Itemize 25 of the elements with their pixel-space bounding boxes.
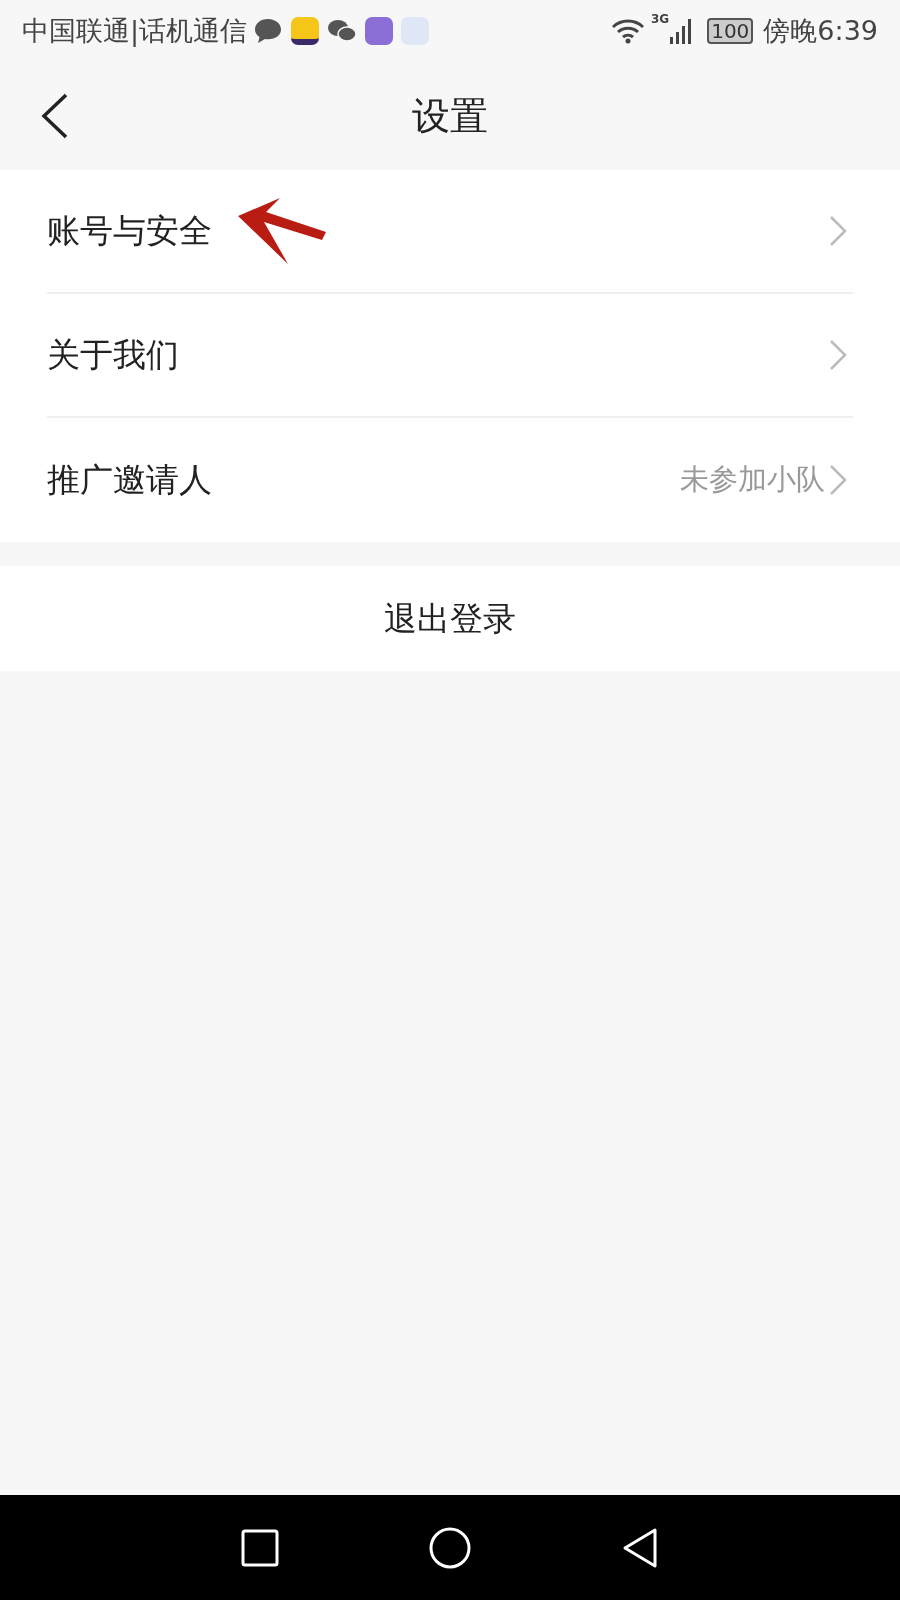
settings-value: 未参加小队 — [680, 461, 825, 499]
app-icon — [365, 17, 394, 45]
settings-row[interactable]: 关于我们 — [47, 294, 853, 418]
chevron-right-icon — [829, 215, 847, 247]
square-nav-icon[interactable] — [241, 1528, 279, 1567]
app-icon — [401, 17, 430, 45]
network-type-text: 3G — [650, 11, 670, 28]
settings-label: 推广邀请人 — [47, 459, 212, 502]
back-nav-icon[interactable] — [621, 1526, 659, 1569]
chevron-right-icon — [829, 464, 847, 496]
settings-row[interactable]: 账号与安全 — [47, 170, 853, 294]
chat-bubble-icon — [253, 17, 284, 45]
logout-button[interactable]: 退出登录 — [0, 566, 900, 671]
settings-label: 账号与安全 — [47, 210, 212, 253]
settings-label: 关于我们 — [47, 334, 179, 377]
page-title: 设置 — [412, 92, 488, 140]
chevron-right-icon — [829, 339, 847, 371]
battery-indicator: 100 — [707, 18, 754, 44]
carrier-text: 中国联通|话机通信 — [22, 13, 248, 49]
wifi-icon — [610, 18, 645, 44]
app-icon — [291, 17, 320, 45]
home-nav-icon[interactable] — [429, 1526, 471, 1569]
status-time: 傍晚6:39 — [763, 13, 878, 48]
settings-row[interactable]: 推广邀请人 未参加小队 — [47, 418, 853, 542]
wechat-icon — [327, 18, 358, 44]
